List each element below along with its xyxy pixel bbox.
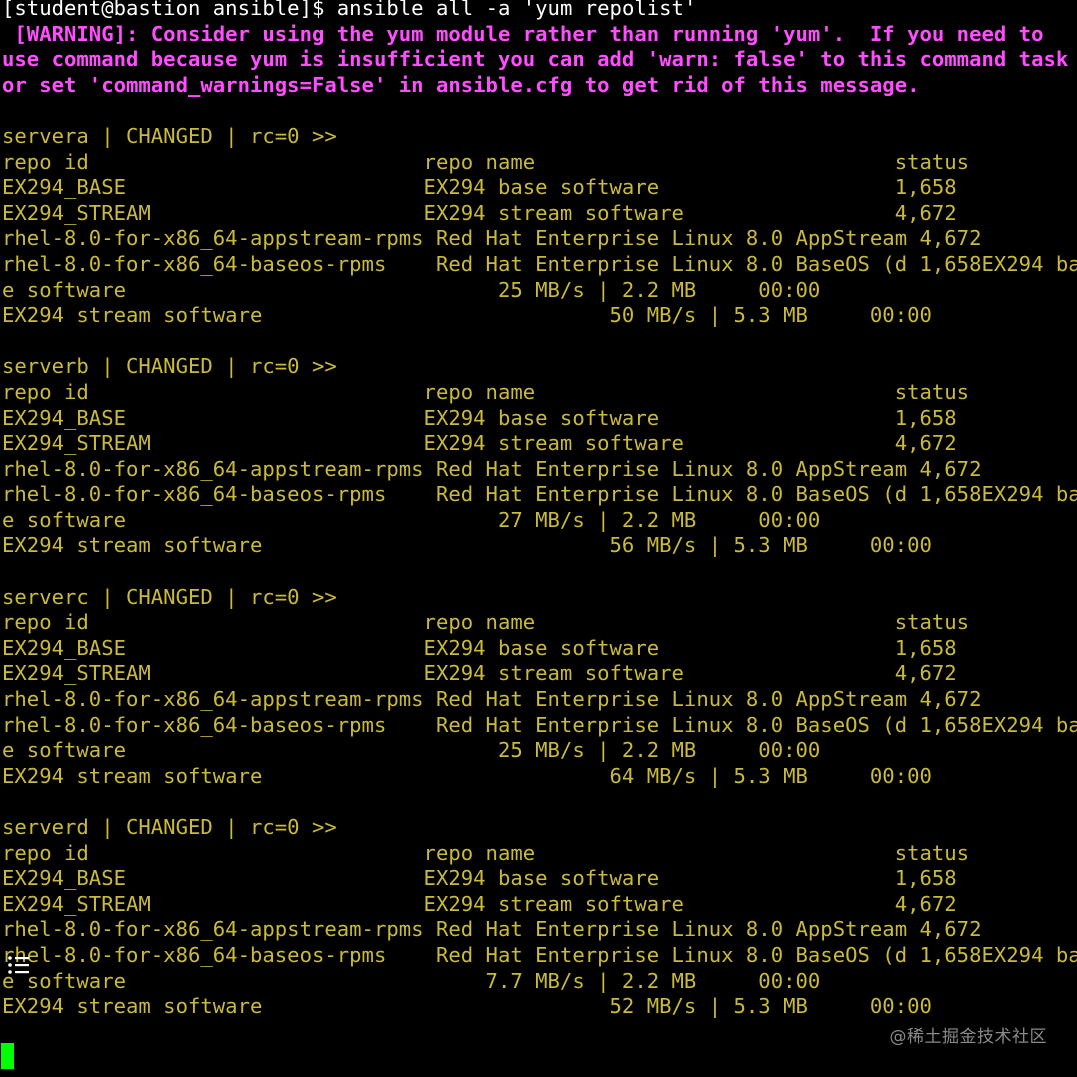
host-header-servera: servera | CHANGED | rc=0 >> — [2, 123, 337, 148]
command-line: [student@bastion ansible]$ ansible all -… — [2, 0, 1077, 22]
command-text: ansible all -a 'yum repolist' — [336, 0, 697, 20]
host-header-serverc: serverc | CHANGED | rc=0 >> — [2, 584, 337, 609]
repo-row: rhel-8.0-for-x86_64-baseos-rpms Red Hat … — [2, 482, 1077, 507]
download-progress-line: e software 25 MB/s | 2.2 MB 00:00 — [2, 277, 821, 302]
download-progress-line: EX294 stream software 52 MB/s | 5.3 MB 0… — [2, 994, 932, 1019]
terminal-window[interactable]: [student@bastion ansible]$ ansible all -… — [2, 0, 1077, 1077]
repo-row: EX294_BASE EX294 base software 1,658 — [2, 405, 957, 430]
download-progress-line: e software 7.7 MB/s | 2.2 MB 00:00 — [2, 968, 821, 993]
download-progress-line: EX294 stream software 56 MB/s | 5.3 MB 0… — [2, 533, 932, 558]
download-progress-line: e software 27 MB/s | 2.2 MB 00:00 — [2, 507, 821, 532]
block-cursor — [1, 1043, 14, 1069]
repo-row: EX294_STREAM EX294 stream software 4,672 — [2, 891, 957, 916]
repo-row: rhel-8.0-for-x86_64-appstream-rpms Red H… — [2, 226, 982, 251]
repolist-column-headers: repo id repo name status — [2, 840, 970, 865]
repolist-column-headers: repo id repo name status — [2, 149, 970, 174]
repolist-column-headers: repo id repo name status — [2, 610, 970, 635]
repo-row: EX294_STREAM EX294 stream software 4,672 — [2, 661, 957, 686]
repo-row: rhel-8.0-for-x86_64-baseos-rpms Red Hat … — [2, 712, 1077, 737]
warning-line: use command because yum is insufficient … — [2, 47, 1069, 72]
list-icon[interactable] — [6, 952, 32, 978]
repo-row: rhel-8.0-for-x86_64-baseos-rpms Red Hat … — [2, 942, 1077, 967]
repo-row: EX294_BASE EX294 base software 1,658 — [2, 866, 957, 891]
repo-row: rhel-8.0-for-x86_64-baseos-rpms Red Hat … — [2, 251, 1077, 276]
repo-row: EX294_STREAM EX294 stream software 4,672 — [2, 200, 957, 225]
repo-row: EX294_BASE EX294 base software 1,658 — [2, 635, 957, 660]
repo-row: EX294_STREAM EX294 stream software 4,672 — [2, 431, 957, 456]
repo-row: rhel-8.0-for-x86_64-appstream-rpms Red H… — [2, 917, 982, 942]
warning-line: [WARNING]: Consider using the yum module… — [2, 21, 1044, 46]
download-progress-line: EX294 stream software 50 MB/s | 5.3 MB 0… — [2, 303, 932, 328]
host-header-serverd: serverd | CHANGED | rc=0 >> — [2, 815, 337, 839]
repolist-column-headers: repo id repo name status — [2, 379, 970, 404]
download-progress-line: e software 25 MB/s | 2.2 MB 00:00 — [2, 738, 821, 763]
watermark-text: @稀土掘金技术社区 — [889, 1027, 1047, 1047]
host-header-serverb: serverb | CHANGED | rc=0 >> — [2, 354, 337, 379]
warning-line: or set 'command_warnings=False' in ansib… — [2, 72, 920, 97]
download-progress-line: EX294 stream software 64 MB/s | 5.3 MB 0… — [2, 763, 932, 788]
repo-row: rhel-8.0-for-x86_64-appstream-rpms Red H… — [2, 687, 982, 712]
repo-row: rhel-8.0-for-x86_64-appstream-rpms Red H… — [2, 456, 982, 481]
prompt-user-host: [student@bastion ansible]$ — [2, 0, 325, 20]
repo-row: EX294_BASE EX294 base software 1,658 — [2, 175, 957, 200]
